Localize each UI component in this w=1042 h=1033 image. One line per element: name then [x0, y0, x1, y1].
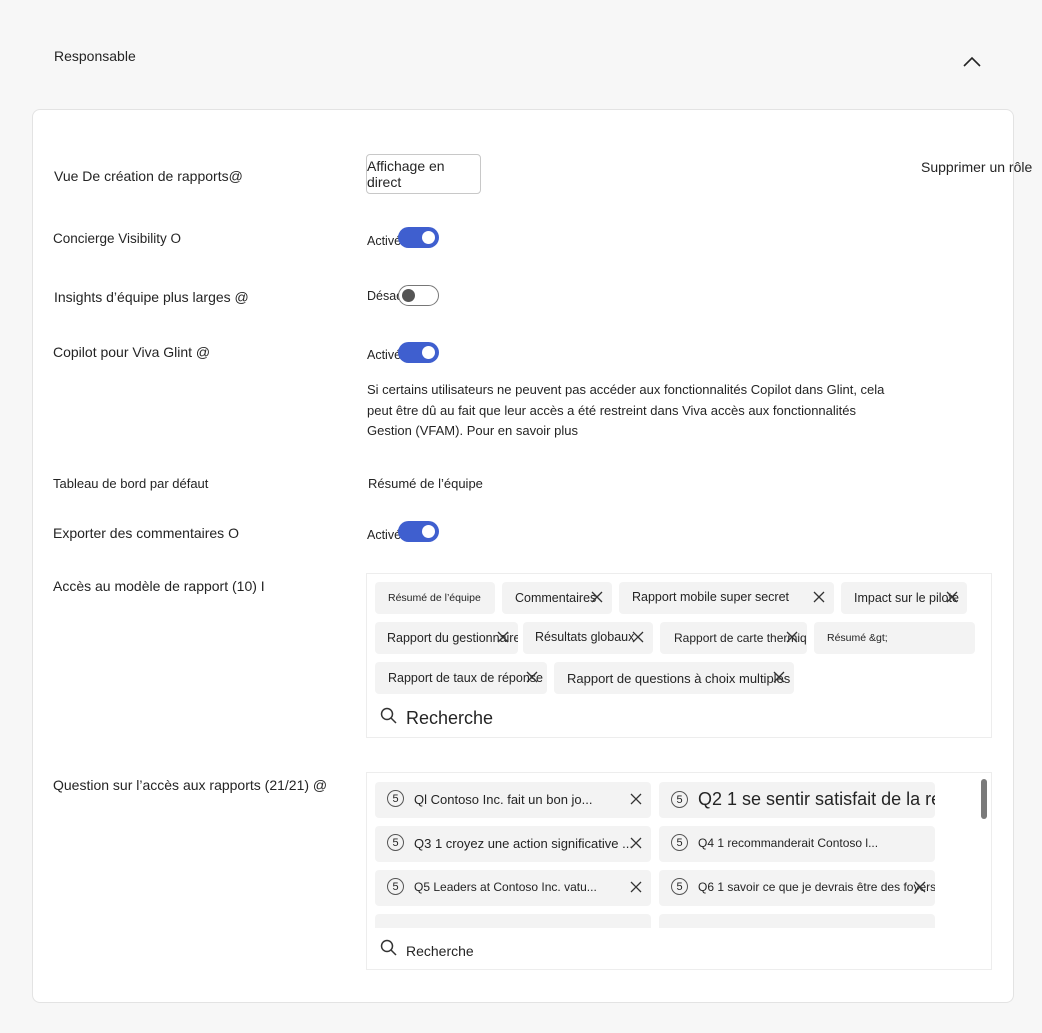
- copilot-state: Activé: [367, 348, 402, 362]
- report-questions-box: 5 Ql Contoso Inc. fait un bon jo... 5 Q2 1…: [366, 772, 992, 970]
- copilot-info-text: Si certains utilisateurs ne peuvent pas …: [367, 382, 885, 438]
- question-chip: 5 Ql Contoso Inc. fait un bon jo...: [375, 782, 651, 818]
- live-view-button[interactable]: Affichage en direct: [366, 154, 481, 194]
- question-search[interactable]: Recherche: [380, 939, 474, 962]
- template-chip: Rapport de carte thermique: [660, 622, 807, 654]
- default-dashboard-label: Tableau de bord par défaut: [53, 476, 209, 491]
- question-chip: 5 Q5 Leaders at Contoso Inc. vatu...: [375, 870, 651, 906]
- report-questions-label: Question sur l’accès aux rapports (21/21…: [53, 777, 328, 793]
- remove-role-link[interactable]: Supprimer un rôle: [921, 159, 1032, 175]
- remove-chip-close-icon[interactable]: [772, 670, 786, 684]
- copilot-label: Copilot pour Viva Glint @: [53, 344, 211, 360]
- section-title: Responsable: [54, 48, 136, 64]
- remove-chip-close-icon[interactable]: [629, 792, 643, 806]
- template-chip: Rapport du gestionnaire: [375, 622, 518, 654]
- template-chip: Résumé &gt;: [814, 622, 975, 654]
- question-chip: 5 Q3 1 croyez une action significative ..…: [375, 826, 651, 862]
- template-chip: Rapport mobile super secret: [619, 582, 834, 614]
- report-templates-box: Résumé de l’équipe Commentaires Rapport …: [366, 573, 992, 738]
- search-icon: [380, 707, 398, 730]
- remove-chip-close-icon[interactable]: [785, 630, 799, 644]
- remove-chip-close-icon[interactable]: [812, 590, 826, 604]
- remove-chip-close-icon[interactable]: [629, 836, 643, 850]
- template-chip: Rapport de questions à choix multiples: [554, 662, 794, 694]
- template-chip: Résumé de l’équipe: [375, 582, 495, 614]
- export-comments-state: Activé: [367, 528, 402, 542]
- remove-chip-close-icon[interactable]: [631, 630, 645, 644]
- collapse-chevron-up-icon[interactable]: [960, 52, 984, 72]
- default-dashboard-select[interactable]: Résumé de l’équipe: [368, 476, 483, 491]
- template-chip: Impact sur le pilote: [841, 582, 967, 614]
- export-comments-label: Exporter des commentaires O: [53, 525, 239, 541]
- copilot-toggle[interactable]: [398, 342, 439, 363]
- remove-chip-close-icon[interactable]: [525, 670, 539, 684]
- team-insights-toggle[interactable]: [398, 285, 439, 306]
- template-search-input[interactable]: Recherche: [406, 708, 493, 729]
- questions-scrollbar[interactable]: [981, 779, 987, 819]
- question-chip: 5Q2 1 se sentir satisfait de la recon: [659, 782, 935, 818]
- remove-chip-close-icon[interactable]: [913, 880, 927, 894]
- concierge-state: Activé: [367, 234, 402, 248]
- remove-chip-close-icon[interactable]: [496, 630, 510, 644]
- question-chip: 5 Q6 1 savoir ce que je devrais être des …: [659, 870, 935, 906]
- template-chip: Commentaires: [502, 582, 612, 614]
- question-chip: 5 Q4 1 recommanderait Contoso l...: [659, 826, 935, 862]
- question-search-input[interactable]: Recherche: [406, 943, 474, 959]
- export-comments-toggle[interactable]: [398, 521, 439, 542]
- remove-chip-close-icon[interactable]: [629, 880, 643, 894]
- concierge-toggle[interactable]: [398, 227, 439, 248]
- template-chip: Rapport de taux de réponse: [375, 662, 547, 694]
- team-insights-label: Insights d’équipe plus larges @: [54, 289, 249, 305]
- concierge-visibility-label: Concierge Visibility O: [53, 231, 182, 246]
- remove-chip-close-icon[interactable]: [945, 590, 959, 604]
- remove-chip-close-icon[interactable]: [590, 590, 604, 604]
- template-chip: Résultats globaux: [523, 622, 653, 654]
- reporting-view-label: Vue De création de rapports@: [54, 168, 243, 184]
- report-templates-label: Accès au modèle de rapport (10) I: [53, 578, 265, 594]
- search-icon: [380, 939, 398, 962]
- template-search[interactable]: Recherche: [380, 707, 493, 730]
